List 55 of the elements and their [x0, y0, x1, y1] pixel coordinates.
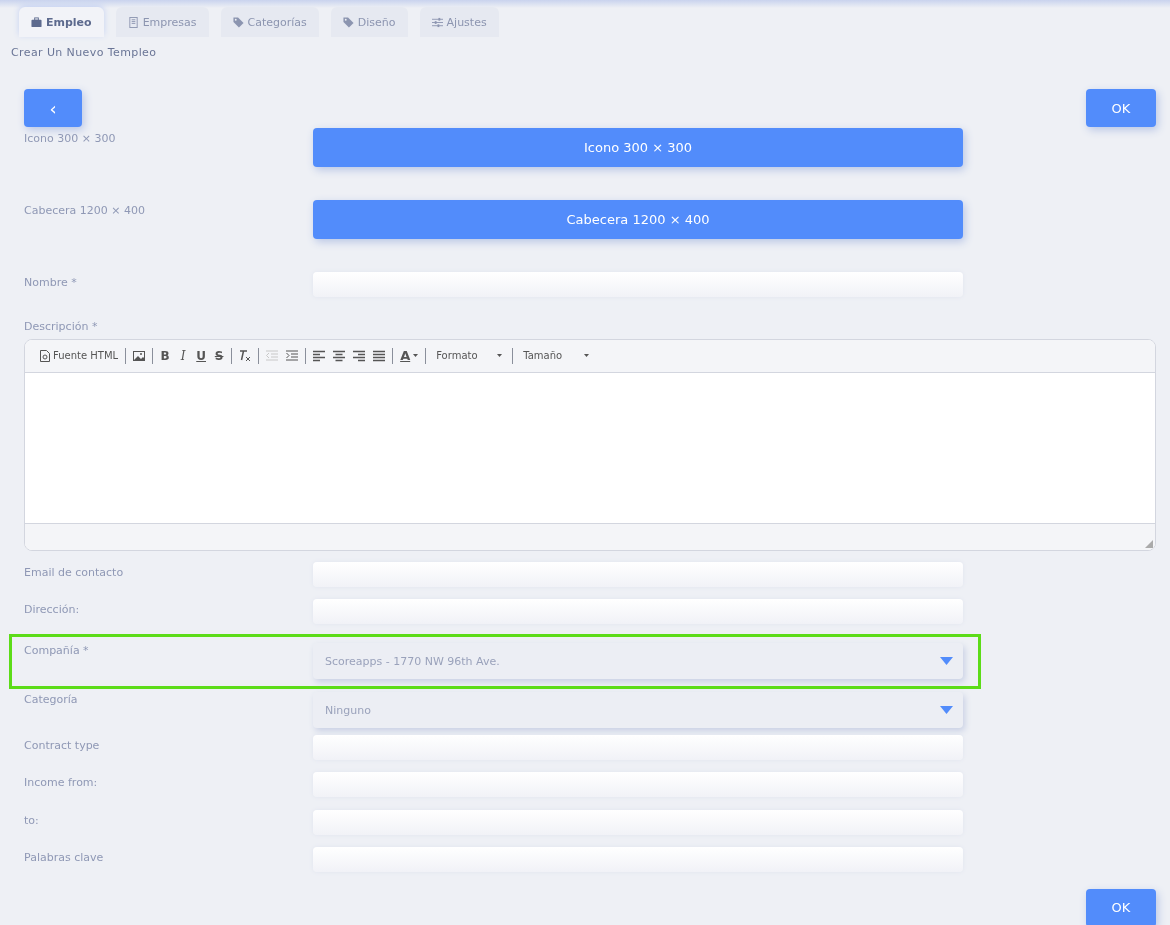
dropdown-arrow-icon: [940, 706, 953, 714]
field-label: Descripción *: [24, 318, 99, 333]
tab[interactable]: Empresas: [115, 7, 209, 37]
briefcase-icon: [31, 16, 42, 28]
clear-format-icon: [239, 349, 252, 362]
upload-button[interactable]: Cabecera 1200 × 400: [313, 200, 963, 239]
field-label: to:: [24, 812, 40, 827]
text-color-button[interactable]: A: [397, 348, 422, 363]
field-label: Cabecera 1200 × 400: [24, 203, 146, 217]
document-icon: [40, 349, 50, 362]
field-label: Categoría: [24, 691, 79, 706]
field-label: Nombre *: [24, 275, 78, 289]
ok-button[interactable]: OK: [1086, 888, 1156, 925]
tag-icon: [232, 16, 244, 28]
field-label: Dirección:: [24, 602, 81, 616]
field-label: Income from:: [24, 775, 99, 789]
align-left-icon: [313, 349, 326, 362]
italic-button[interactable]: I: [175, 348, 192, 363]
source-button[interactable]: Fuente HTML: [37, 349, 122, 362]
sliders-icon: [431, 16, 443, 28]
tab[interactable]: Empleo: [19, 7, 104, 37]
tab[interactable]: Diseño: [330, 7, 408, 37]
field-label: Compañía *: [24, 642, 90, 657]
dropdown[interactable]: Formato: [430, 350, 509, 361]
page-title: Crear Un Nuevo Templeo: [10, 45, 158, 61]
field-label: Icono 300 × 300: [24, 131, 117, 145]
tab[interactable]: Ajustes: [419, 7, 499, 37]
building-icon: [127, 16, 139, 28]
caret-icon: [584, 354, 590, 357]
back-button[interactable]: ‹: [24, 89, 82, 127]
tag-icon: [342, 16, 354, 28]
caret-icon: [497, 354, 503, 357]
caret-icon: [413, 354, 419, 357]
dropdown[interactable]: Tamaño: [517, 350, 596, 361]
input-field[interactable]: [313, 734, 963, 760]
field-label: Palabras clave: [24, 850, 105, 864]
underline-button[interactable]: U: [193, 348, 210, 363]
upload-button[interactable]: Icono 300 × 300: [313, 128, 963, 167]
field-label: Contract type: [24, 737, 101, 752]
align-right-icon: [353, 349, 366, 362]
align-center-icon: [333, 349, 346, 362]
select-field[interactable]: Scoreapps - 1770 NW 96th Ave.: [313, 643, 963, 679]
justify-icon: [373, 349, 386, 362]
tab[interactable]: Categorías: [220, 7, 319, 37]
indent-icon: [286, 349, 299, 362]
dropdown-arrow-icon: [940, 657, 953, 665]
outdent-icon: [266, 349, 279, 362]
bold-button[interactable]: B: [157, 348, 174, 363]
select-field[interactable]: Ninguno: [313, 692, 963, 728]
field-label: Email de contacto: [24, 564, 125, 579]
resize-handle-icon[interactable]: [1145, 539, 1153, 548]
strike-button[interactable]: S: [211, 348, 228, 363]
image-icon: [133, 349, 146, 362]
ok-button[interactable]: OK: [1086, 89, 1156, 127]
rich-text-editor[interactable]: Fuente HTML B I U S A Formato Tamaño: [24, 338, 1156, 551]
